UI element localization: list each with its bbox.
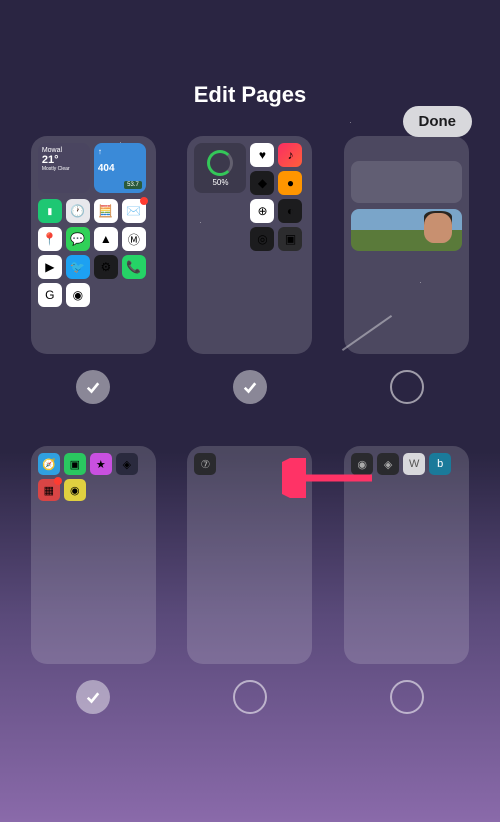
empty-slot (222, 227, 246, 251)
calculator-icon: 🧮 (94, 199, 118, 223)
app-icon: ◈ (377, 453, 399, 475)
page-thumbnail-3[interactable] (344, 136, 469, 354)
page-column-3 (343, 136, 470, 432)
drive-icon: ▲ (94, 227, 118, 251)
star-decoration (420, 282, 421, 283)
stock-price: 404 (98, 163, 142, 174)
safari-icon: 🧭 (38, 453, 60, 475)
weather-location: Mowal (42, 147, 86, 154)
health-icon: ♥ (250, 143, 274, 167)
settings-icon: ⚙ (94, 255, 118, 279)
empty-slot (194, 227, 218, 251)
app-icon: ◎ (250, 227, 274, 251)
done-button[interactable]: Done (403, 106, 473, 137)
star-decoration (120, 142, 121, 143)
weather-condition: Mostly Clear (42, 166, 86, 172)
page-column-5: ⑦ (187, 446, 314, 742)
page-column-1: Mowal 21° Mostly Clear ↑ 404 53.7 ▮ 🕐 🧮 … (30, 136, 157, 432)
app-icon: ◈ (116, 453, 138, 475)
star-decoration (350, 122, 351, 123)
maps-icon: 📍 (38, 227, 62, 251)
facetime-icon: ▮ (38, 199, 62, 223)
page-thumbnail-5[interactable]: ⑦ (187, 446, 312, 664)
page-toggle-2[interactable] (233, 370, 267, 404)
clock-icon: 🕐 (66, 199, 90, 223)
itunes-icon: ★ (90, 453, 112, 475)
page-title: Edit Pages (0, 82, 500, 108)
youtube-icon: ▶ (38, 255, 62, 279)
checkmark-icon (84, 378, 102, 396)
app-icon: ◉ (351, 453, 373, 475)
widget-placeholder (351, 161, 462, 203)
page-column-2: 50% ♥ ♪ ◆ ● ⊕ ◐ ◎ ▣ (187, 136, 314, 432)
whatsapp-icon: 📞 (122, 255, 146, 279)
google-icon: G (38, 283, 62, 307)
page-thumbnail-4[interactable]: 🧭 ▣ ★ ◈ ▦ ◉ (31, 446, 156, 664)
page-column-6: ◉ ◈ W b (343, 446, 470, 742)
music-icon: ♪ (278, 143, 302, 167)
page-toggle-1[interactable] (76, 370, 110, 404)
app-icon: ● (278, 171, 302, 195)
page-toggle-4[interactable] (76, 680, 110, 714)
photo-person-face (424, 213, 452, 243)
weather-temp: 21° (42, 154, 86, 166)
stock-change: 53.7 (124, 181, 142, 189)
pages-grid: Mowal 21° Mostly Clear ↑ 404 53.7 ▮ 🕐 🧮 … (0, 136, 500, 742)
mail-icon: ✉️ (122, 199, 146, 223)
page-thumbnail-2[interactable]: 50% ♥ ♪ ◆ ● ⊕ ◐ ◎ ▣ (187, 136, 312, 354)
app-icon: ⑦ (194, 453, 216, 475)
battery-percent: 50% (212, 178, 228, 187)
bing-icon: b (429, 453, 451, 475)
photo-widget (351, 209, 462, 251)
page-toggle-5[interactable] (233, 680, 267, 714)
empty-slot (222, 199, 246, 223)
app-icon: W (403, 453, 425, 475)
empty-slot (194, 199, 218, 223)
twitter-icon: 🐦 (66, 255, 90, 279)
page-thumbnail-6[interactable]: ◉ ◈ W b (344, 446, 469, 664)
shortcuts-icon: ◆ (250, 171, 274, 195)
page-toggle-6[interactable] (390, 680, 424, 714)
compass-icon: ⊕ (250, 199, 274, 223)
checkmark-icon (241, 378, 259, 396)
messages-icon: 💬 (66, 227, 90, 251)
chrome-icon: ◉ (66, 283, 90, 307)
app-icon: ▦ (38, 479, 60, 501)
gmail-icon: Ⓜ (122, 227, 146, 251)
page-column-4: 🧭 ▣ ★ ◈ ▦ ◉ (30, 446, 157, 742)
battery-widget: 50% (194, 143, 246, 193)
app-icon: ▣ (64, 453, 86, 475)
app-icon: ◐ (278, 199, 302, 223)
page-thumbnail-1[interactable]: Mowal 21° Mostly Clear ↑ 404 53.7 ▮ 🕐 🧮 … (31, 136, 156, 354)
weather-widget: Mowal 21° Mostly Clear (38, 143, 90, 193)
page-toggle-3[interactable] (390, 370, 424, 404)
app-icon: ▣ (278, 227, 302, 251)
app-icon: ◉ (64, 479, 86, 501)
checkmark-icon (84, 688, 102, 706)
stock-widget: ↑ 404 53.7 (94, 143, 146, 193)
battery-ring-icon (207, 150, 233, 176)
stock-ticker: ↑ (98, 147, 142, 156)
